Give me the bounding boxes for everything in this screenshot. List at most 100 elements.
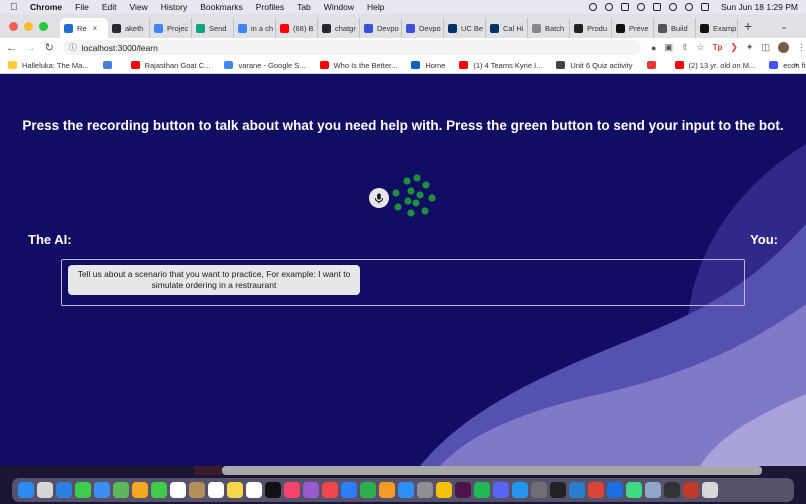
notes-icon[interactable] xyxy=(227,482,243,498)
trash-icon[interactable] xyxy=(702,482,718,498)
system-settings-icon[interactable] xyxy=(417,482,433,498)
browser-tab[interactable]: Examp xyxy=(696,18,738,38)
bookmark-item[interactable]: Home xyxy=(411,61,445,70)
site-info-icon[interactable]: ⓘ xyxy=(69,42,77,53)
menu-edit[interactable]: Edit xyxy=(102,2,117,12)
finder-icon[interactable] xyxy=(18,482,34,498)
browser-tab[interactable]: Build xyxy=(654,18,696,38)
browser-tab[interactable]: chatgr xyxy=(318,18,360,38)
browser-tab[interactable]: Batch xyxy=(528,18,570,38)
menu-app-name[interactable]: Chrome xyxy=(30,2,62,12)
more-bookmarks-icon[interactable]: » xyxy=(794,60,798,69)
menu-bookmarks[interactable]: Bookmarks xyxy=(200,2,243,12)
browser-tab[interactable]: Preve xyxy=(612,18,654,38)
bookmark-item[interactable]: (1) 4 Teams Kyrie I... xyxy=(459,61,542,70)
menu-profiles[interactable]: Profiles xyxy=(256,2,284,12)
bookmark-item[interactable]: Who Is the Better... xyxy=(319,61,397,70)
messages-icon[interactable] xyxy=(75,482,91,498)
bookmark-item[interactable]: Rajasthan Goat C... xyxy=(130,61,210,70)
bookmark-star-icon[interactable]: ☆ xyxy=(697,42,705,53)
extension-tp-icon[interactable]: Tp xyxy=(713,43,723,52)
forward-arrow-icon[interactable]: → xyxy=(23,42,38,54)
status-icon-3[interactable] xyxy=(620,3,629,11)
browser-tab[interactable]: Devpo xyxy=(402,18,444,38)
maps-icon[interactable] xyxy=(113,482,129,498)
chrome-canary-icon[interactable] xyxy=(436,482,452,498)
reminders-icon[interactable] xyxy=(208,482,224,498)
photos-icon[interactable] xyxy=(132,482,148,498)
menu-help[interactable]: Help xyxy=(367,2,384,12)
preview-icon[interactable] xyxy=(645,482,661,498)
pages-icon[interactable] xyxy=(379,482,395,498)
app-store-icon[interactable] xyxy=(398,482,414,498)
keynote-icon[interactable] xyxy=(341,482,357,498)
contacts-icon[interactable] xyxy=(189,482,205,498)
browser-tab[interactable]: (68) B xyxy=(276,18,318,38)
menu-history[interactable]: History xyxy=(161,2,187,12)
launchpad-icon[interactable] xyxy=(37,482,53,498)
url-text[interactable]: localhost:3000/learn xyxy=(82,43,158,53)
clock[interactable]: Sun Jun 18 1:29 PM xyxy=(721,2,798,12)
menu-tab[interactable]: Tab xyxy=(297,2,311,12)
browser-tab[interactable]: UC Be xyxy=(444,18,486,38)
profile-avatar[interactable] xyxy=(777,42,789,53)
control-center-icon[interactable] xyxy=(700,3,709,11)
browser-tab[interactable]: Re × xyxy=(60,18,108,38)
share-icon[interactable]: ⇧ xyxy=(681,42,689,53)
browser-tab[interactable]: Send xyxy=(192,18,234,38)
podcasts-icon[interactable] xyxy=(303,482,319,498)
browser-tab[interactable]: Cal Hi xyxy=(486,18,528,38)
news-icon[interactable] xyxy=(322,482,338,498)
battery-icon[interactable] xyxy=(652,3,661,11)
install-icon[interactable]: ▣ xyxy=(664,42,673,53)
vscode-icon[interactable] xyxy=(569,482,585,498)
browser-tab[interactable]: Produ xyxy=(570,18,612,38)
trash-area-icon[interactable] xyxy=(664,482,680,498)
browser-tab[interactable]: Devpo xyxy=(360,18,402,38)
docker-icon[interactable] xyxy=(512,482,528,498)
slack-icon[interactable] xyxy=(455,482,471,498)
horizontal-scrollbar[interactable] xyxy=(222,466,762,475)
bookmark-item[interactable]: econ final Flashca... xyxy=(769,61,806,70)
extension-red-icon[interactable]: ❯ xyxy=(730,42,738,53)
calendar-icon[interactable] xyxy=(170,482,186,498)
menu-view[interactable]: View xyxy=(129,2,147,12)
numbers-icon[interactable] xyxy=(360,482,376,498)
browser-tab[interactable]: Projec xyxy=(150,18,192,38)
status-icon-4[interactable] xyxy=(636,3,645,11)
dictionary-icon[interactable] xyxy=(683,482,699,498)
freeform-icon[interactable] xyxy=(246,482,262,498)
new-tab-button[interactable]: + xyxy=(744,18,752,34)
back-arrow-icon[interactable]: ← xyxy=(4,42,19,54)
address-bar[interactable]: ⓘ localhost:3000/learn xyxy=(62,40,642,55)
record-button[interactable] xyxy=(369,188,389,208)
help-icon[interactable] xyxy=(531,482,547,498)
bookmark-item[interactable] xyxy=(646,61,661,69)
mail-icon[interactable] xyxy=(94,482,110,498)
bookmark-item[interactable]: Unit 6 Quiz activity xyxy=(556,61,633,70)
tab-search-chevron-icon[interactable]: ⌄ xyxy=(780,21,788,32)
close-tab-icon[interactable]: × xyxy=(93,24,98,33)
bookmark-item[interactable]: Halleluka: The Ma... xyxy=(8,61,89,70)
tv-icon[interactable] xyxy=(265,482,281,498)
side-panel-icon[interactable]: ◫ xyxy=(761,42,770,53)
discord-icon[interactable] xyxy=(493,482,509,498)
wifi-icon[interactable] xyxy=(668,3,677,11)
android-studio-icon[interactable] xyxy=(626,482,642,498)
bookmark-item[interactable]: (2) 13 yr. old on M... xyxy=(674,61,755,70)
zoom-window-button[interactable] xyxy=(39,21,48,31)
reload-icon[interactable]: ↻ xyxy=(42,41,57,54)
microphone-search-icon[interactable]: ● xyxy=(651,43,656,53)
safari-icon[interactable] xyxy=(56,482,72,498)
spotify-icon[interactable] xyxy=(474,482,490,498)
extensions-puzzle-icon[interactable]: ✦ xyxy=(746,42,754,53)
browser-tab[interactable]: in a ch xyxy=(234,18,276,38)
music-icon[interactable] xyxy=(284,482,300,498)
bookmark-item[interactable]: varane - Google S... xyxy=(224,61,306,70)
chrome-icon[interactable] xyxy=(588,482,604,498)
facetime-icon[interactable] xyxy=(151,482,167,498)
terminal-icon[interactable] xyxy=(550,482,566,498)
browser-tab[interactable]: aketh xyxy=(108,18,150,38)
browser-menu-icon[interactable]: ⋮ xyxy=(797,42,806,53)
status-icon-1[interactable] xyxy=(588,3,597,11)
